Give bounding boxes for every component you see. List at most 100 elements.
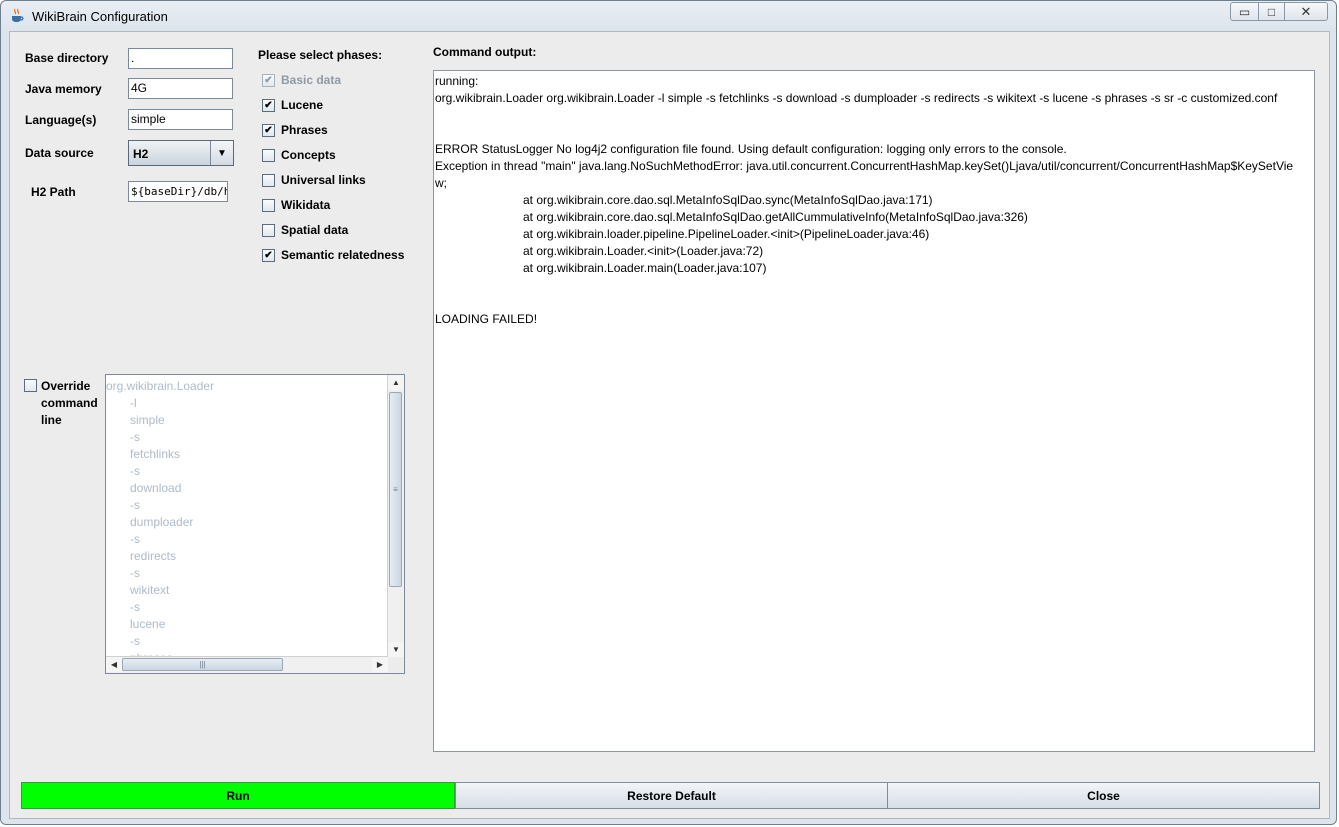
phase-checkbox-semantic-relatedness[interactable]: ✔ Semantic relatedness	[262, 248, 404, 262]
phase-label: Phrases	[281, 123, 328, 137]
phase-checkbox-lucene[interactable]: ✔ Lucene	[262, 98, 323, 112]
command-line-entry: -s	[130, 464, 140, 478]
command-line-entry: -s	[130, 430, 140, 444]
command-line-entry: fetchlinks	[130, 447, 181, 461]
command-line-textarea[interactable]: org.wikibrain.Loader -l simple -s fetchlinks…	[105, 374, 405, 674]
h2-path-label: H2 Path	[31, 185, 76, 199]
output-line: w;	[435, 176, 447, 190]
close-button[interactable]: Close	[887, 782, 1320, 809]
restore-default-button[interactable]: Restore Default	[455, 782, 888, 809]
languages-input[interactable]: simple	[128, 109, 233, 130]
h2-path-input[interactable]: ${baseDir}/db/h2	[128, 181, 228, 202]
base-directory-input[interactable]: .	[128, 48, 233, 69]
languages-label: Language(s)	[25, 113, 97, 127]
output-line: at org.wikibrain.Loader.<init>(Loader.ja…	[523, 244, 764, 258]
command-line-entry: -s	[130, 498, 140, 512]
data-source-label: Data source	[25, 146, 94, 160]
title-bar[interactable]: WikiBrain Configuration ▭ □ ✕	[1, 1, 1336, 31]
command-output-heading: Command output:	[433, 45, 537, 59]
phase-label: Wikidata	[281, 198, 331, 212]
scroll-left-icon[interactable]: ◀	[106, 657, 122, 672]
maximize-icon: □	[1267, 4, 1276, 19]
phase-checkbox-wikidata[interactable]: Wikidata	[262, 198, 330, 212]
phase-checkbox-universal-links[interactable]: Universal links	[262, 173, 366, 187]
vertical-scrollbar[interactable]: ▲ ≡ ▼	[387, 375, 404, 657]
grip-icon: ≡	[393, 485, 398, 494]
scroll-down-icon[interactable]: ▼	[388, 642, 404, 657]
override-label-line: Override	[41, 379, 91, 393]
wikibrain-window: WikiBrain Configuration ▭ □ ✕ Base direc…	[0, 0, 1337, 825]
phase-checkbox-phrases[interactable]: ✔ Phrases	[262, 123, 328, 137]
command-line-entry: simple	[130, 413, 165, 427]
horizontal-scrollbar[interactable]: ◀ ||| ▶	[106, 656, 388, 673]
minimize-icon: ▭	[1238, 4, 1251, 19]
phase-label: Spatial data	[281, 223, 349, 237]
output-line: running:	[435, 74, 479, 88]
output-line: at org.wikibrain.loader.pipeline.Pipelin…	[523, 227, 930, 241]
phases-heading: Please select phases:	[258, 48, 383, 62]
command-line-entry: -s	[130, 532, 140, 546]
checkmark-icon[interactable]: ✔	[262, 98, 275, 112]
command-line-entry: -s	[130, 600, 140, 614]
grip-icon: |||	[199, 660, 206, 669]
output-line: ERROR StatusLogger No log4j2 configurati…	[435, 142, 1067, 156]
minimize-button[interactable]: ▭	[1230, 2, 1259, 21]
phase-label: Lucene	[281, 98, 324, 112]
data-source-select[interactable]: H2 ▼	[128, 140, 234, 166]
command-line-entry: -s	[130, 634, 140, 648]
phase-label: Concepts	[281, 148, 336, 162]
override-label-line: line	[41, 413, 62, 427]
command-line-entry: download	[130, 481, 182, 495]
output-line: LOADING FAILED!	[435, 312, 538, 326]
command-line-entry: -l	[130, 396, 137, 410]
command-output-area[interactable]: running: org.wikibrain.Loader org.wikibra…	[433, 70, 1315, 752]
checkbox-box[interactable]	[262, 198, 275, 212]
output-line: Exception in thread "main" java.lang.NoS…	[435, 159, 1294, 173]
scroll-corner	[388, 657, 404, 673]
window-title: WikiBrain Configuration	[32, 9, 168, 24]
output-line: at org.wikibrain.core.dao.sql.MetaInfoSq…	[523, 210, 1028, 224]
phase-label: Semantic relatedness	[281, 248, 405, 262]
java-cup-icon	[12, 8, 24, 22]
checkbox-box[interactable]	[262, 223, 275, 237]
output-line: at org.wikibrain.Loader.main(Loader.java…	[523, 261, 767, 275]
base-directory-label: Base directory	[25, 51, 109, 65]
java-memory-label: Java memory	[25, 82, 102, 96]
output-line: org.wikibrain.Loader org.wikibrain.Loade…	[435, 91, 1278, 105]
override-check-box[interactable]	[24, 379, 37, 392]
phase-checkbox-concepts[interactable]: Concepts	[262, 148, 336, 162]
checkmark-icon[interactable]: ✔	[262, 123, 275, 137]
maximize-button[interactable]: □	[1258, 2, 1285, 21]
data-source-value: H2	[133, 147, 149, 161]
checkmark-icon[interactable]: ✔	[262, 248, 275, 262]
phase-label: Universal links	[281, 173, 366, 187]
command-line-entry: lucene	[130, 617, 166, 631]
java-memory-input[interactable]: 4G	[128, 78, 233, 99]
window-close-button[interactable]: ✕	[1284, 2, 1328, 21]
close-icon: ✕	[1300, 3, 1312, 19]
checkbox-box[interactable]	[262, 173, 275, 187]
command-line-entry: redirects	[130, 549, 177, 563]
horizontal-scroll-thumb[interactable]: |||	[122, 658, 283, 671]
command-line-entry: org.wikibrain.Loader	[106, 379, 215, 393]
scroll-up-icon[interactable]: ▲	[388, 375, 404, 390]
command-line-entry: wikitext	[130, 583, 170, 597]
output-line: at org.wikibrain.core.dao.sql.MetaInfoSq…	[523, 193, 933, 207]
override-label: Override command line	[41, 378, 98, 429]
checkmark-icon: ✔	[262, 73, 275, 87]
checkbox-box[interactable]	[262, 148, 275, 162]
phase-label: Basic data	[281, 73, 342, 87]
command-line-entry: -s	[130, 566, 140, 580]
vertical-scroll-thumb[interactable]: ≡	[389, 392, 402, 587]
chevron-down-icon[interactable]: ▼	[210, 141, 233, 165]
run-button[interactable]: Run	[21, 782, 455, 809]
scroll-right-icon[interactable]: ▶	[372, 657, 388, 672]
phase-checkbox-spatial-data[interactable]: Spatial data	[262, 223, 348, 237]
command-line-list: org.wikibrain.Loader -l simple -s fetchlinks…	[106, 378, 387, 658]
override-label-line: command	[41, 396, 98, 410]
phase-checkbox-basic-data: ✔ Basic data	[262, 73, 341, 87]
